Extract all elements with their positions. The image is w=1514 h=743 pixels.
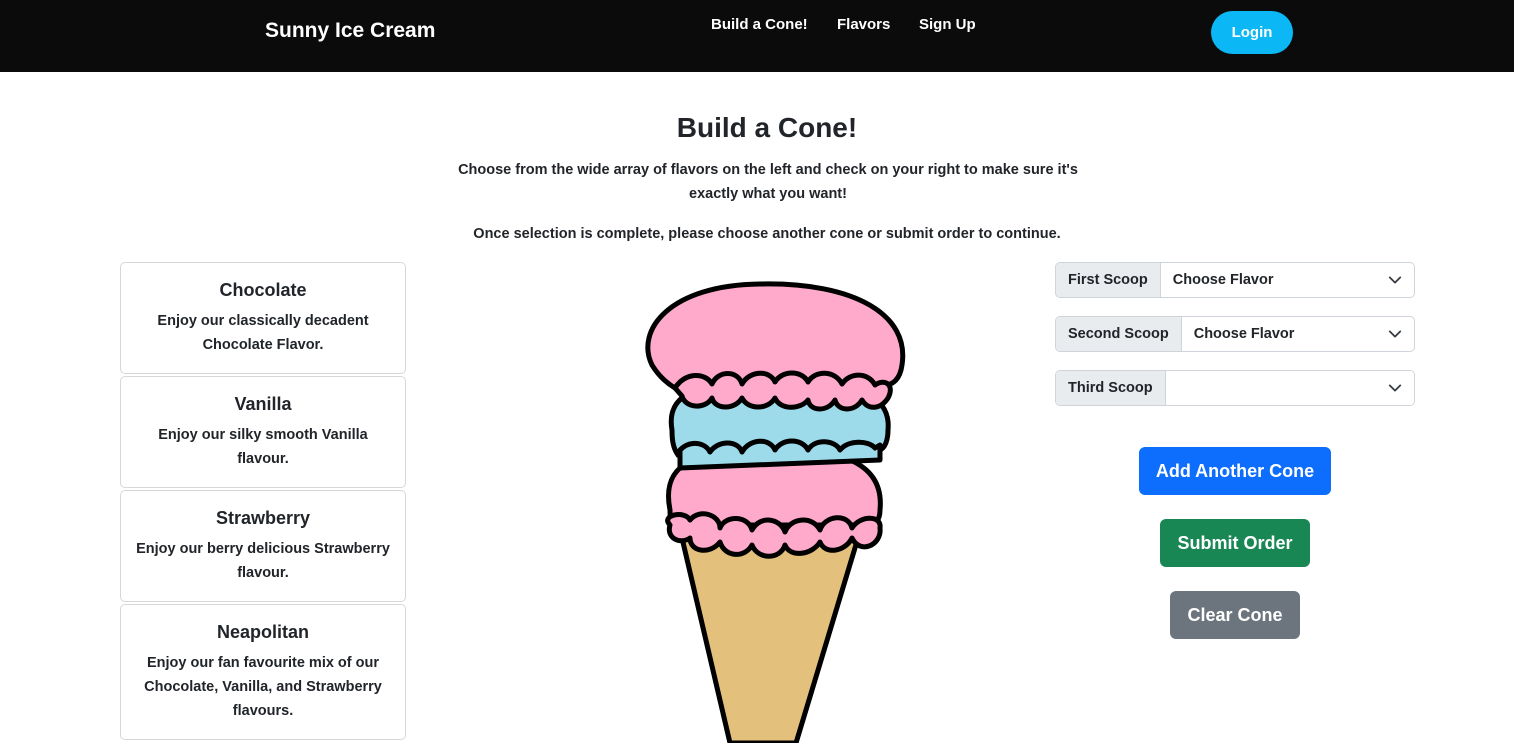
third-scoop-label: Third Scoop bbox=[1056, 371, 1166, 405]
page-title: Build a Cone! bbox=[676, 112, 858, 143]
first-scoop-value: Choose Flavor bbox=[1172, 272, 1274, 288]
flavor-card-title: Strawberry bbox=[215, 508, 311, 528]
ice-cream-cone-illustration bbox=[645, 281, 906, 743]
add-another-cone-button[interactable]: Add Another Cone bbox=[1139, 447, 1331, 495]
flavor-card-title: Chocolate bbox=[219, 280, 307, 300]
flavor-card-title: Vanilla bbox=[234, 394, 292, 414]
nav-link-build-cone[interactable]: Build a Cone! bbox=[711, 16, 808, 33]
login-button[interactable]: Login bbox=[1211, 11, 1293, 54]
flavor-card-description: Enjoy our classically decadent Chocolate… bbox=[157, 313, 369, 353]
flavor-card-chocolate[interactable]: Chocolate Enjoy our classically decadent… bbox=[120, 262, 406, 374]
intro-text: Choose from the wide array of flavors on… bbox=[458, 162, 1078, 202]
brand-logo[interactable]: Sunny Ice Cream bbox=[265, 19, 435, 43]
nav-link-sign-up[interactable]: Sign Up bbox=[919, 16, 976, 33]
chevron-down-icon bbox=[1388, 276, 1402, 284]
chevron-down-icon bbox=[1388, 330, 1402, 338]
flavor-card-strawberry[interactable]: Strawberry Enjoy our berry delicious Str… bbox=[120, 490, 406, 602]
third-scoop-dropdown[interactable] bbox=[1166, 371, 1414, 405]
first-scoop-label: First Scoop bbox=[1056, 263, 1161, 297]
clear-cone-button[interactable]: Clear Cone bbox=[1170, 591, 1300, 639]
chevron-down-icon bbox=[1388, 384, 1402, 392]
top-scoop-icon bbox=[645, 281, 906, 412]
cone-icon bbox=[679, 535, 861, 743]
flavor-card-neapolitan[interactable]: Neapolitan Enjoy our fan favourite mix o… bbox=[120, 604, 406, 740]
flavor-card-description: Enjoy our fan favourite mix of our Choco… bbox=[144, 655, 382, 719]
first-scoop-select[interactable]: First Scoop Choose Flavor bbox=[1055, 262, 1415, 298]
second-scoop-select[interactable]: Second Scoop Choose Flavor bbox=[1055, 316, 1415, 352]
second-scoop-label: Second Scoop bbox=[1056, 317, 1182, 351]
flavor-card-description: Enjoy our silky smooth Vanilla flavour. bbox=[158, 427, 368, 467]
instruction-text: Once selection is complete, please choos… bbox=[473, 226, 1061, 242]
second-scoop-dropdown[interactable]: Choose Flavor bbox=[1182, 317, 1414, 351]
third-scoop-select[interactable]: Third Scoop bbox=[1055, 370, 1415, 406]
flavor-card-description: Enjoy our berry delicious Strawberry fla… bbox=[136, 541, 390, 581]
flavor-card-vanilla[interactable]: Vanilla Enjoy our silky smooth Vanilla f… bbox=[120, 376, 406, 488]
navbar: Sunny Ice Cream Build a Cone! Flavors Si… bbox=[0, 0, 1514, 72]
submit-order-button[interactable]: Submit Order bbox=[1160, 519, 1310, 567]
flavor-card-title: Neapolitan bbox=[216, 622, 309, 642]
first-scoop-dropdown[interactable]: Choose Flavor bbox=[1161, 263, 1414, 297]
second-scoop-value: Choose Flavor bbox=[1193, 326, 1295, 342]
nav-link-flavors[interactable]: Flavors bbox=[837, 16, 890, 33]
